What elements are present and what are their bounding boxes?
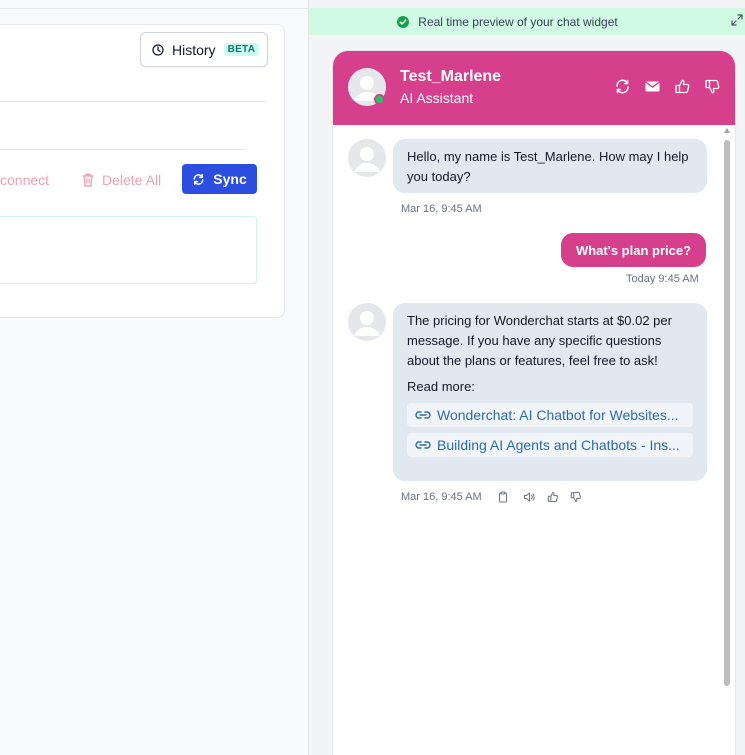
bot-message: Hello, my name is Test_Marlene. How may … [393,139,707,193]
beta-badge: BETA [223,43,260,56]
source-link[interactable]: Wonderchat: AI Chatbot for Websites... [407,403,693,427]
link-icon [415,441,431,449]
top-divider [0,8,308,9]
online-status-dot [374,94,385,105]
left-panel: History BETA connect Delete All Sync [0,0,308,755]
expand-icon[interactable] [731,14,743,26]
bot-message: The pricing for Wonderchat starts at $0.… [393,303,707,481]
source-link-label: Wonderchat: AI Chatbot for Websites... [437,407,679,423]
message-timestamp: Today 9:45 AM [626,273,699,285]
thumbs-down-icon[interactable] [704,78,721,95]
check-circle-icon [397,15,410,28]
widget-header: Test_Marlene AI Assistant [333,51,735,125]
bot-message-avatar [348,303,386,341]
thumbs-up-icon[interactable] [674,78,691,95]
card-divider [0,101,266,102]
trash-icon [83,173,93,187]
bot-message-text: The pricing for Wonderchat starts at $0.… [407,313,672,368]
delete-all-button[interactable]: Delete All [82,172,161,188]
source-link-label: Building AI Agents and Chatbots - Ins... [437,437,680,453]
bot-name: Test_Marlene [400,68,502,85]
source-link[interactable]: Building AI Agents and Chatbots - Ins... [407,433,693,457]
link-icon [415,411,431,419]
history-label: History [172,41,216,58]
bot-message-avatar [348,139,386,177]
sync-label: Sync [213,171,247,187]
delete-all-label: Delete All [102,172,162,188]
thumbs-up-icon[interactable] [547,491,559,503]
mail-icon[interactable] [644,78,661,95]
content-box[interactable] [0,216,257,284]
refresh-icon [193,173,204,185]
sync-button[interactable]: Sync [182,164,257,194]
message-timestamp: Mar 16, 9:45 AM [401,203,482,215]
preview-panel: Real time preview of your chat widget Te… [308,0,745,755]
avatar-placeholder-icon [348,139,386,177]
scrollbar[interactable] [723,126,731,754]
preview-banner: Real time preview of your chat widget [309,8,745,35]
message-timestamp: Mar 16, 9:45 AM [401,491,482,503]
clock-icon [152,43,164,56]
card-divider [0,149,246,150]
history-button[interactable]: History BETA [140,32,268,67]
connect-button[interactable]: connect [0,172,49,188]
bot-role: AI Assistant [400,90,474,106]
speaker-icon[interactable] [523,491,535,503]
scroll-thumb[interactable] [724,140,730,686]
preview-banner-text: Real time preview of your chat widget [418,14,618,29]
user-message: What's plan price? [561,233,706,267]
copy-icon[interactable] [497,491,509,503]
read-more-label: Read more: [407,379,475,394]
thumbs-down-icon[interactable] [570,491,582,503]
avatar-placeholder-icon [348,303,386,341]
refresh-icon[interactable] [614,78,631,95]
scroll-up-arrow[interactable] [724,128,730,133]
